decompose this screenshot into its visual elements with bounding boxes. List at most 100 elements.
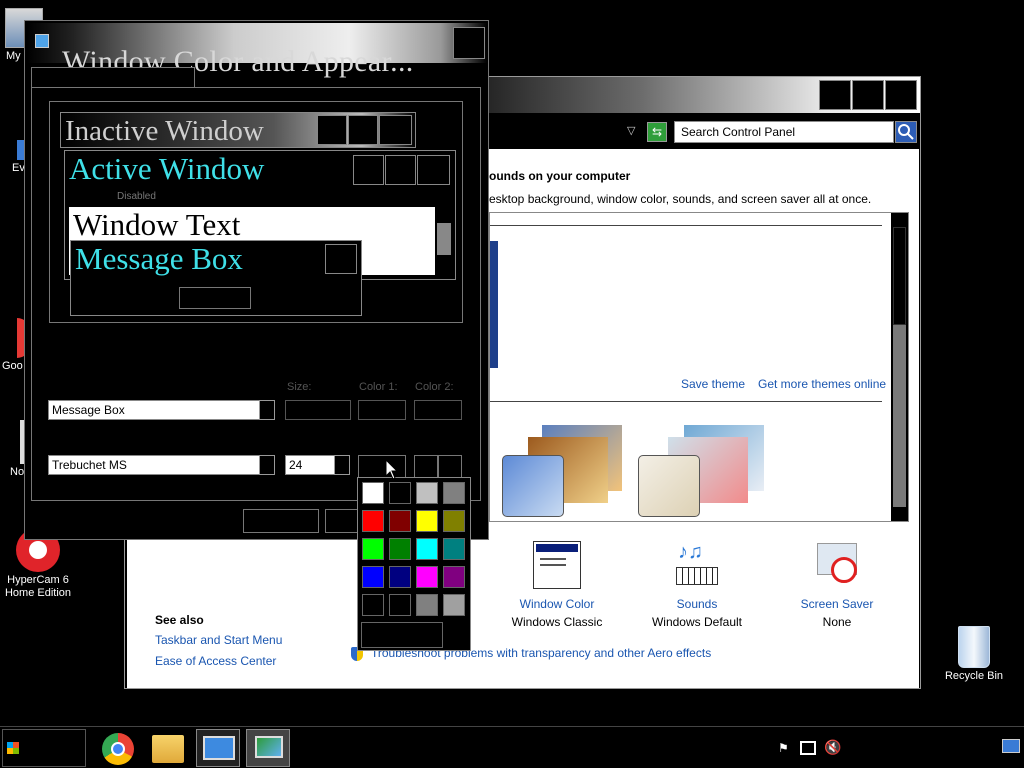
see-also-heading: See also bbox=[155, 613, 204, 627]
scrollbar[interactable] bbox=[891, 213, 908, 521]
dialog-app-icon bbox=[35, 34, 49, 48]
save-theme-link[interactable]: Save theme bbox=[681, 377, 745, 391]
sounds-value: Windows Default bbox=[651, 615, 743, 629]
chrome-taskbar-button[interactable] bbox=[96, 729, 140, 767]
color-swatch[interactable] bbox=[443, 566, 465, 588]
mouse-cursor-icon bbox=[385, 459, 399, 480]
other-colors-button[interactable] bbox=[361, 622, 443, 648]
color-swatch[interactable] bbox=[362, 566, 384, 588]
color-swatch[interactable] bbox=[389, 482, 411, 504]
window-color-icon bbox=[533, 541, 581, 589]
window-color-item[interactable]: Window Color Windows Classic bbox=[507, 541, 607, 629]
color-swatch[interactable] bbox=[362, 538, 384, 560]
color2-label: Color 2: bbox=[415, 381, 454, 393]
folder-icon bbox=[152, 735, 184, 763]
search-input[interactable]: Search Control Panel bbox=[674, 121, 894, 143]
page-heading: ounds on your computer bbox=[489, 169, 631, 183]
minimize-button bbox=[317, 115, 347, 145]
inactive-window-preview[interactable]: Inactive Window bbox=[60, 112, 416, 148]
close-button[interactable] bbox=[885, 80, 917, 110]
color-swatch[interactable] bbox=[443, 594, 465, 616]
desktop-icon-label: HyperCam 6 Home Edition bbox=[4, 574, 72, 599]
theme-list: Save theme Get more themes online bbox=[489, 212, 909, 522]
taskbar: ⚑ 🔇 bbox=[0, 726, 1024, 768]
theme-preview-aero[interactable] bbox=[502, 425, 624, 525]
chevron-down-icon[interactable]: ▽ bbox=[627, 124, 635, 137]
item-color2-button[interactable] bbox=[414, 400, 462, 420]
personalization-taskbar-button[interactable] bbox=[246, 729, 290, 767]
screen-saver-value: None bbox=[822, 615, 852, 629]
minimize-button bbox=[353, 155, 384, 185]
network-tray-icon[interactable] bbox=[800, 741, 816, 755]
close-button bbox=[379, 115, 412, 145]
screen-saver-title[interactable]: Screen Saver bbox=[777, 597, 897, 611]
start-button[interactable] bbox=[2, 729, 86, 767]
show-desktop-button[interactable] bbox=[1002, 739, 1020, 753]
color-swatch[interactable] bbox=[389, 538, 411, 560]
refresh-icon[interactable]: ⇆ bbox=[647, 122, 667, 142]
color-swatch[interactable] bbox=[416, 594, 438, 616]
item-select[interactable]: Message Box bbox=[48, 400, 260, 420]
control-panel-icon bbox=[203, 736, 235, 760]
maximize-button bbox=[385, 155, 416, 185]
message-box-preview[interactable]: Message Box bbox=[70, 240, 362, 316]
sounds-title[interactable]: Sounds bbox=[637, 597, 757, 611]
item-size-stepper[interactable] bbox=[285, 400, 351, 420]
theme-thumbnail[interactable] bbox=[490, 241, 498, 368]
item-dropdown-button[interactable] bbox=[259, 400, 275, 420]
chrome-icon bbox=[102, 733, 134, 765]
color-swatch[interactable] bbox=[416, 566, 438, 588]
color-swatch[interactable] bbox=[416, 510, 438, 532]
desktop-icon-label: Recycle Bin bbox=[944, 670, 1004, 682]
recycle-bin-icon bbox=[958, 626, 990, 668]
control-panel-taskbar-button[interactable] bbox=[196, 729, 240, 767]
color-swatch[interactable] bbox=[362, 510, 384, 532]
color-swatch[interactable] bbox=[362, 594, 384, 616]
size-label: Size: bbox=[287, 381, 312, 393]
window-color-title[interactable]: Window Color bbox=[507, 597, 607, 611]
preview-area[interactable]: Inactive Window Active Window Disabled W… bbox=[49, 101, 463, 323]
theme-preview-nature[interactable] bbox=[638, 425, 768, 525]
close-button bbox=[417, 155, 450, 185]
color-swatch[interactable] bbox=[389, 510, 411, 532]
color-palette-popup bbox=[357, 477, 471, 651]
maximize-button[interactable] bbox=[852, 80, 884, 110]
font-italic-button[interactable] bbox=[438, 455, 462, 479]
color-swatch[interactable] bbox=[443, 510, 465, 532]
explorer-taskbar-button[interactable] bbox=[146, 729, 190, 767]
screen-saver-item[interactable]: Screen Saver None bbox=[777, 541, 897, 629]
display-icon bbox=[255, 736, 283, 758]
item-color1-button[interactable] bbox=[358, 400, 406, 420]
ease-of-access-link[interactable]: Ease of Access Center bbox=[155, 654, 276, 668]
close-button[interactable] bbox=[453, 27, 485, 59]
desktop-icon-recycle-bin[interactable]: Recycle Bin bbox=[938, 626, 1010, 683]
color-swatch[interactable] bbox=[443, 538, 465, 560]
minimize-button[interactable] bbox=[819, 80, 851, 110]
window-color-value: Windows Classic bbox=[511, 615, 603, 629]
color-swatch[interactable] bbox=[416, 482, 438, 504]
font-size-select[interactable]: 24 bbox=[285, 455, 335, 475]
page-subheading: esktop background, window color, sounds,… bbox=[489, 192, 872, 206]
screen-saver-icon bbox=[813, 541, 861, 589]
font-select[interactable]: Trebuchet MS bbox=[48, 455, 260, 475]
search-icon[interactable] bbox=[895, 121, 917, 143]
color-swatch[interactable] bbox=[443, 482, 465, 504]
font-size-dropdown-button[interactable] bbox=[334, 455, 350, 475]
get-more-themes-link[interactable]: Get more themes online bbox=[758, 377, 886, 391]
color1-label: Color 1: bbox=[359, 381, 398, 393]
tab-appearance[interactable] bbox=[31, 67, 195, 89]
font-bold-button[interactable] bbox=[414, 455, 438, 479]
color-swatch[interactable] bbox=[389, 566, 411, 588]
maximize-button bbox=[348, 115, 378, 145]
sounds-item[interactable]: ♪♫ Sounds Windows Default bbox=[637, 541, 757, 629]
message-box-title: Message Box bbox=[75, 241, 243, 276]
scrollbar[interactable] bbox=[435, 207, 453, 275]
taskbar-start-menu-link[interactable]: Taskbar and Start Menu bbox=[155, 633, 282, 647]
color-swatch[interactable] bbox=[389, 594, 411, 616]
color-swatch[interactable] bbox=[362, 482, 384, 504]
font-dropdown-button[interactable] bbox=[259, 455, 275, 475]
flag-tray-icon[interactable]: ⚑ bbox=[778, 741, 792, 755]
volume-muted-tray-icon[interactable]: 🔇 bbox=[824, 739, 841, 756]
ok-button[interactable] bbox=[243, 509, 319, 533]
color-swatch[interactable] bbox=[416, 538, 438, 560]
